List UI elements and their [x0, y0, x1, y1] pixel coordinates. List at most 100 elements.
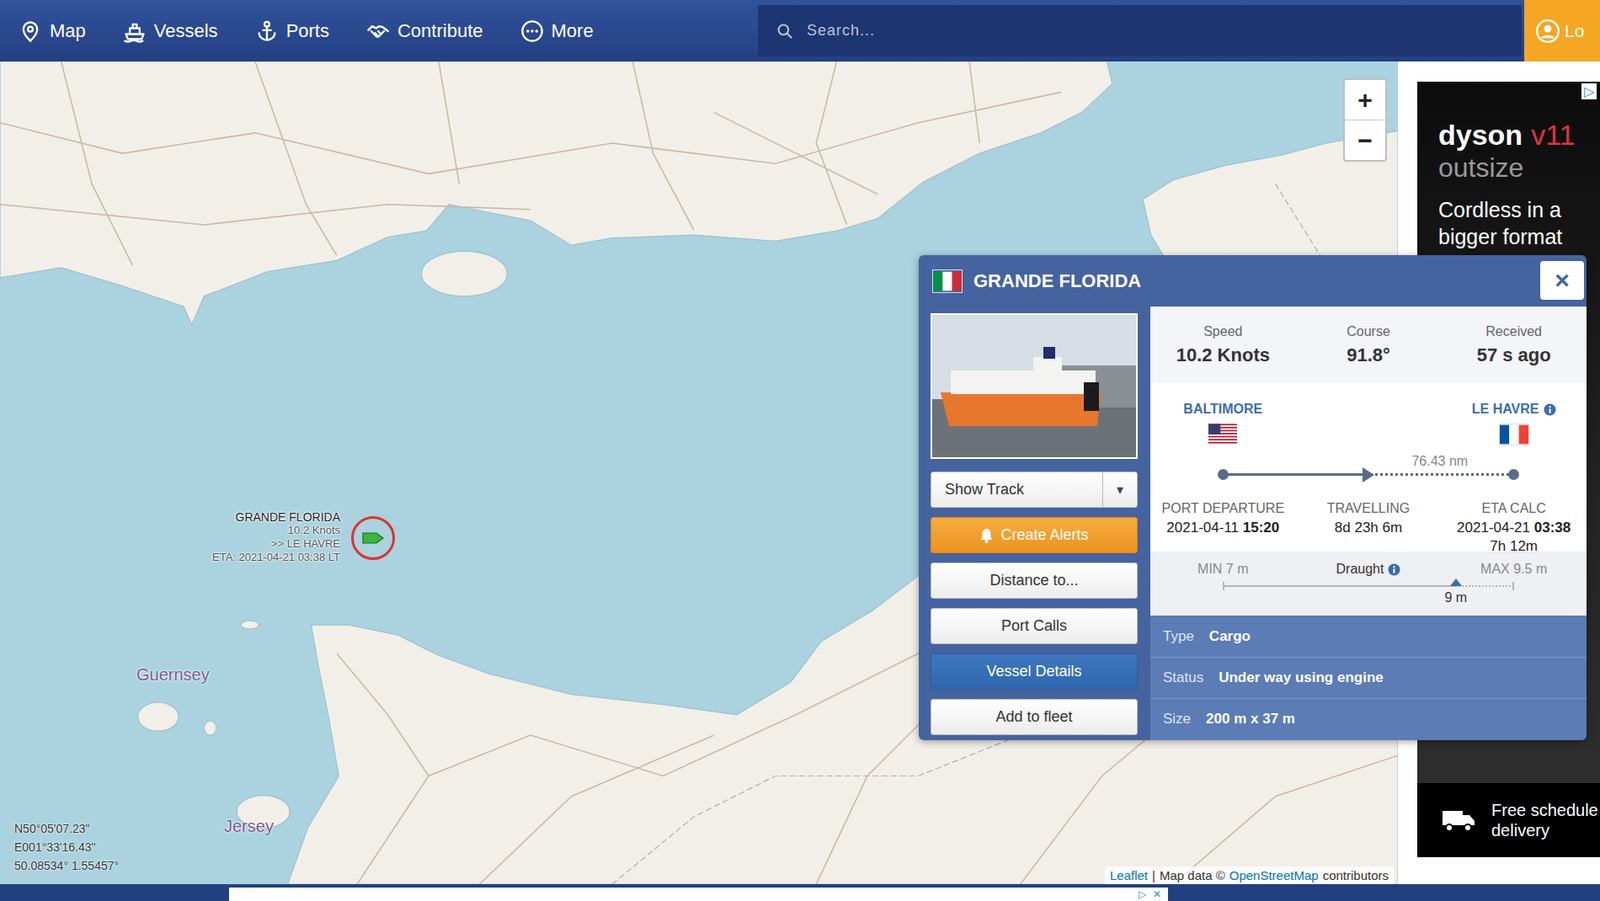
- italy-flag-icon: [932, 269, 963, 294]
- route-times: PORT DEPARTURE2021-04-11 15:20TRAVELLING…: [1150, 501, 1587, 555]
- popup-info: Speed 10.2 KnotsCourse91.8°Received 57 s a…: [1150, 306, 1587, 741]
- route-panel: BALTIMORE LE HAVRE 76.43 nm PORT DEPARTURE2…: [1150, 383, 1587, 552]
- popup-header: GRANDE FLORIDA ×: [918, 255, 1587, 307]
- vessel-icon: [362, 531, 384, 545]
- attribution-text: contributors: [1322, 868, 1389, 883]
- stat: Course91.8°: [1296, 324, 1442, 367]
- button-label: Add to fleet: [995, 708, 1072, 726]
- draught-panel: MIN 7 mDraughtMAX 9.5 m9 m: [1150, 551, 1587, 616]
- stat-value: 57 s ago: [1440, 344, 1587, 367]
- button-label: Show Track: [931, 472, 1024, 507]
- origin-dot: [1217, 469, 1229, 480]
- nav-item[interactable]: Vessels: [122, 19, 219, 43]
- stat-label: Speed: [1150, 324, 1296, 340]
- adchoice-icon: ▷: [1581, 83, 1597, 100]
- detail-value: 200 m x 37 m: [1205, 710, 1296, 728]
- search-input[interactable]: [805, 21, 1522, 41]
- popup-button[interactable]: Distance to...: [930, 562, 1138, 599]
- travelling: TRAVELLING8d 23h 6m: [1296, 501, 1442, 555]
- ad-footer-text: Free scheduledelivery: [1491, 800, 1599, 841]
- vessel-stats: Speed 10.2 KnotsCourse91.8°Received 57 s a…: [1150, 306, 1587, 384]
- more-icon: [520, 19, 544, 43]
- stat: Speed 10.2 Knots: [1150, 324, 1296, 367]
- draught-min: MIN 7 m: [1150, 561, 1296, 577]
- detail-row: Size 200 m x 37 m: [1150, 698, 1587, 740]
- separator: |: [1152, 868, 1156, 883]
- popup-actions: Show Track ▾ Create Alerts Distance to... Po…: [930, 306, 1138, 741]
- detail-value: Cargo: [1209, 628, 1251, 646]
- search-icon: [776, 22, 794, 40]
- draught-meter: 9 m: [1222, 581, 1515, 591]
- vessel-label-line: GRANDE FLORIDA: [212, 510, 341, 524]
- place-label: Guernsey: [136, 665, 210, 685]
- nav-item[interactable]: Contribute: [366, 19, 484, 43]
- place-label: Jersey: [224, 816, 274, 837]
- osm-link[interactable]: OpenStreetMap: [1229, 868, 1319, 883]
- ad-text: Cordless in abigger format: [1438, 196, 1600, 251]
- popup-button[interactable]: Port Calls: [930, 608, 1138, 645]
- draught-value: 9 m: [1444, 590, 1467, 606]
- top-nav: Map Vessels Ports Contribute More Lo: [0, 0, 1600, 62]
- zoom-in-button[interactable]: +: [1344, 80, 1386, 121]
- progress-arrow: [1362, 467, 1375, 483]
- draught-marker: [1450, 578, 1462, 587]
- nav-label: More: [551, 20, 594, 43]
- handshake-icon: [366, 19, 390, 43]
- info-icon: [1387, 563, 1401, 576]
- detail-label: Size: [1162, 710, 1191, 728]
- map-pin-icon: [18, 19, 43, 43]
- close-ad-icon[interactable]: ✕: [1152, 888, 1162, 901]
- bell-icon: [979, 528, 994, 544]
- vessel-name: GRANDE FLORIDA: [973, 270, 1142, 293]
- bottom-ad[interactable]: ▷✕: [229, 887, 1168, 901]
- ad-brand-name: dyson: [1438, 118, 1523, 151]
- attribution-text: Map data ©: [1159, 868, 1226, 883]
- remaining-distance: 76.43 nm: [1365, 453, 1515, 470]
- coordinate-line: N50°05'07.23": [14, 819, 119, 838]
- route-progress: 76.43 nm: [1222, 469, 1515, 481]
- login-button[interactable]: Lo: [1524, 0, 1600, 62]
- search-bar: [757, 5, 1522, 57]
- action-buttons: Show Track ▾ Create Alerts Distance to... Po…: [930, 471, 1138, 736]
- button-label: Distance to...: [989, 571, 1078, 590]
- origin-port[interactable]: BALTIMORE: [1183, 401, 1263, 417]
- show-track-button[interactable]: Show Track ▾: [930, 471, 1138, 508]
- date: 2021-04-21: [1456, 519, 1531, 536]
- destination-port[interactable]: LE HAVRE: [1472, 401, 1557, 417]
- route-fill: [1222, 473, 1366, 476]
- draught-min-label: MIN 7 m: [1197, 561, 1248, 577]
- button-label: Create Alerts: [1000, 526, 1088, 544]
- vessel-popup: GRANDE FLORIDA × Show Track ▾ Create Alerts D…: [918, 255, 1587, 741]
- nav-item[interactable]: Ports: [255, 19, 330, 43]
- tick: [1222, 581, 1225, 591]
- vessel-photo: [930, 313, 1138, 459]
- destination: LE HAVRE: [1440, 401, 1587, 449]
- vessel-marker[interactable]: [351, 516, 395, 560]
- popup-body: Show Track ▾ Create Alerts Distance to... Po…: [918, 306, 1587, 741]
- info-icon: [1543, 403, 1557, 416]
- popup-button[interactable]: Vessel Details: [930, 653, 1138, 690]
- ad-footer-line: delivery: [1491, 820, 1599, 841]
- stat-label: Received: [1440, 324, 1587, 340]
- stat-value: 10.2 Knots: [1150, 344, 1296, 367]
- route-date: 2021-04-21 03:38: [1456, 519, 1571, 537]
- adchoice-icon[interactable]: ▷: [1138, 888, 1147, 901]
- popup-button[interactable]: Create Alerts: [930, 517, 1138, 554]
- coordinate-line: 50.08534° 1.55457°: [14, 856, 119, 875]
- ad-brand: dysonv11: [1438, 118, 1600, 151]
- zoom-control: +−: [1343, 78, 1387, 162]
- popup-button[interactable]: Add to fleet: [930, 698, 1138, 736]
- map-attribution: Leaflet |Map data ©OpenStreetMapcontribut…: [1104, 866, 1394, 885]
- nav-item[interactable]: Map: [18, 19, 86, 43]
- dropdown-toggle[interactable]: ▾: [1102, 472, 1137, 507]
- stat-label: Course: [1296, 324, 1442, 340]
- leaflet-link[interactable]: Leaflet: [1109, 868, 1148, 883]
- zoom-out-button[interactable]: −: [1344, 120, 1386, 160]
- ad-text-line: bigger format: [1438, 223, 1600, 251]
- close-button[interactable]: ×: [1540, 261, 1584, 300]
- bottom-strip: ▷✕: [0, 884, 1600, 901]
- stat: Received 57 s ago: [1440, 324, 1587, 367]
- nav-items: Map Vessels Ports Contribute More: [0, 19, 594, 43]
- draught-label: Draught: [1336, 561, 1402, 577]
- nav-item[interactable]: More: [520, 19, 594, 43]
